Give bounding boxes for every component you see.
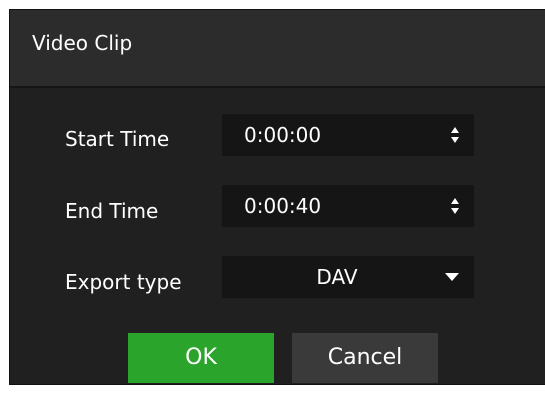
end-time-spinbox[interactable]: 0:00:40 bbox=[222, 185, 474, 227]
dialog-title: Video Clip bbox=[32, 31, 133, 55]
start-time-label: Start Time bbox=[65, 127, 170, 151]
cancel-button[interactable]: Cancel bbox=[292, 333, 438, 383]
video-clip-dialog: Video Clip Start Time 0:00:00 End Time 0… bbox=[9, 9, 545, 385]
start-time-spinbox[interactable]: 0:00:00 bbox=[222, 114, 474, 156]
dialog-titlebar[interactable]: Video Clip bbox=[10, 10, 545, 86]
end-time-label: End Time bbox=[65, 199, 159, 223]
export-type-label: Export type bbox=[65, 270, 182, 294]
dropdown-caret-icon[interactable] bbox=[444, 272, 460, 282]
ok-button[interactable]: OK bbox=[128, 333, 274, 383]
end-time-value[interactable]: 0:00:40 bbox=[244, 193, 321, 219]
spinner-arrows-icon[interactable] bbox=[450, 196, 460, 216]
export-type-selected[interactable]: DAV bbox=[222, 264, 452, 290]
export-type-select[interactable]: DAV bbox=[222, 256, 474, 298]
start-time-value[interactable]: 0:00:00 bbox=[244, 122, 321, 148]
spinner-arrows-icon[interactable] bbox=[450, 125, 460, 145]
title-separator bbox=[10, 86, 545, 88]
